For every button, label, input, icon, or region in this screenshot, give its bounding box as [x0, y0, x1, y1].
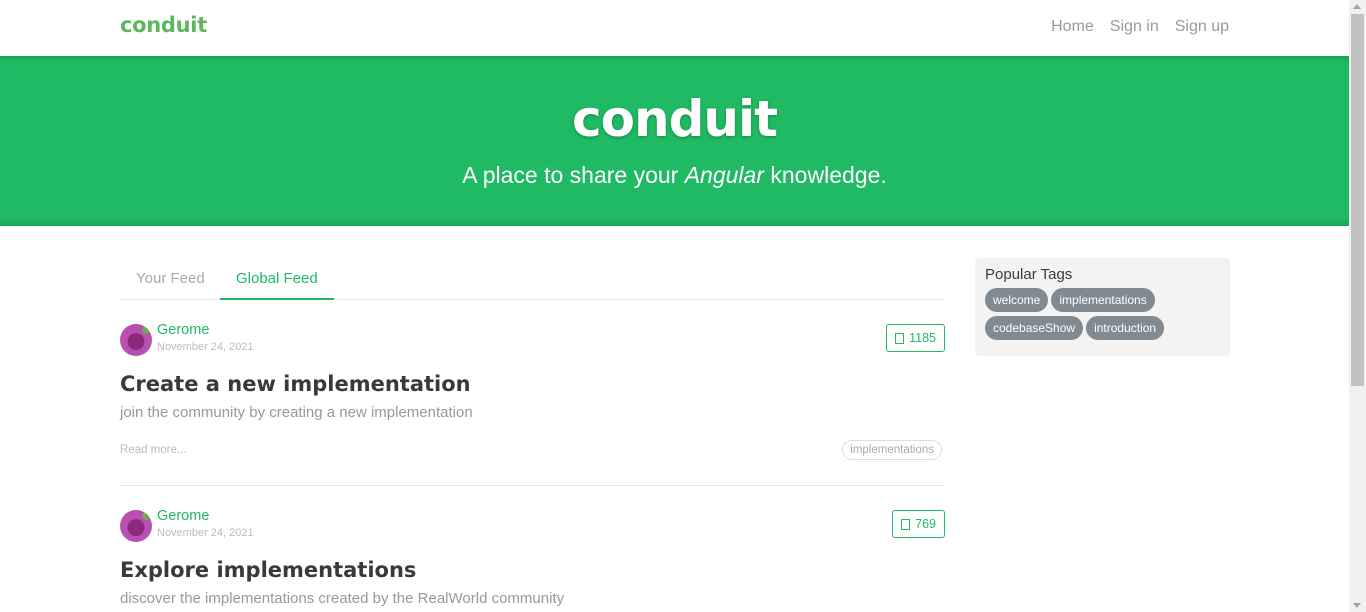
- tag-list: welcome implementations codebaseShow int…: [985, 288, 1220, 340]
- favorite-button[interactable]: 1185: [886, 324, 945, 352]
- heart-icon: [895, 332, 905, 344]
- article-preview: Gerome November 24, 2021 769 Explore imp…: [120, 508, 945, 612]
- brand-logo-link[interactable]: conduit: [120, 13, 207, 37]
- article-date: November 24, 2021: [157, 341, 254, 353]
- banner-subtitle-before: A place to share your: [462, 162, 685, 188]
- top-navbar: conduit Home Sign in Sign up: [0, 0, 1349, 56]
- author-link[interactable]: Gerome: [157, 322, 209, 338]
- read-more-link[interactable]: Read more...: [120, 444, 186, 456]
- scroll-down-arrow-icon[interactable]: [1353, 603, 1361, 608]
- banner-subtitle: A place to share your Angular knowledge.: [0, 162, 1349, 189]
- banner-subtitle-emphasis: Angular: [684, 162, 764, 188]
- author-avatar[interactable]: [120, 324, 152, 356]
- heart-icon: [901, 518, 911, 530]
- nav-link-sign-up[interactable]: Sign up: [1175, 18, 1229, 36]
- tab-your-feed[interactable]: Your Feed: [120, 258, 221, 300]
- article-date: November 24, 2021: [157, 527, 254, 539]
- author-link[interactable]: Gerome: [157, 508, 209, 524]
- article-title[interactable]: Explore implementations: [120, 558, 416, 582]
- article-description[interactable]: discover the implementations created by …: [120, 590, 564, 607]
- feed-toggle: Your Feed Global Feed: [120, 258, 945, 300]
- favorite-count: 769: [915, 517, 936, 531]
- nav-link-home[interactable]: Home: [1051, 18, 1094, 36]
- favorite-button[interactable]: 769: [892, 510, 945, 538]
- page-scrollbar[interactable]: [1349, 0, 1366, 612]
- tab-global-feed[interactable]: Global Feed: [220, 258, 334, 300]
- tag-pill-welcome[interactable]: welcome: [985, 288, 1049, 312]
- popular-tags-sidebar: Popular Tags welcome implementations cod…: [975, 258, 1230, 356]
- scroll-up-arrow-icon[interactable]: [1353, 4, 1361, 9]
- tag-pill-introduction[interactable]: introduction: [1086, 316, 1165, 340]
- nav-link-sign-in[interactable]: Sign in: [1110, 18, 1159, 36]
- scrollbar-thumb[interactable]: [1351, 14, 1364, 386]
- banner-title: conduit: [571, 90, 778, 148]
- tag-pill-codebaseshow[interactable]: codebaseShow: [985, 316, 1084, 340]
- nav-links: Home Sign in Sign up: [1051, 18, 1229, 36]
- article-preview: Gerome November 24, 2021 1185 Create a n…: [120, 322, 945, 486]
- article-title[interactable]: Create a new implementation: [120, 372, 471, 396]
- favorite-count: 1185: [909, 331, 936, 345]
- banner-subtitle-after: knowledge.: [764, 162, 887, 188]
- author-avatar[interactable]: [120, 510, 152, 542]
- hero-banner: conduit A place to share your Angular kn…: [0, 56, 1349, 226]
- article-tag: implementations: [842, 440, 942, 460]
- article-description[interactable]: join the community by creating a new imp…: [120, 404, 473, 421]
- tag-pill-implementations[interactable]: implementations: [1051, 288, 1155, 312]
- sidebar-title: Popular Tags: [985, 266, 1073, 283]
